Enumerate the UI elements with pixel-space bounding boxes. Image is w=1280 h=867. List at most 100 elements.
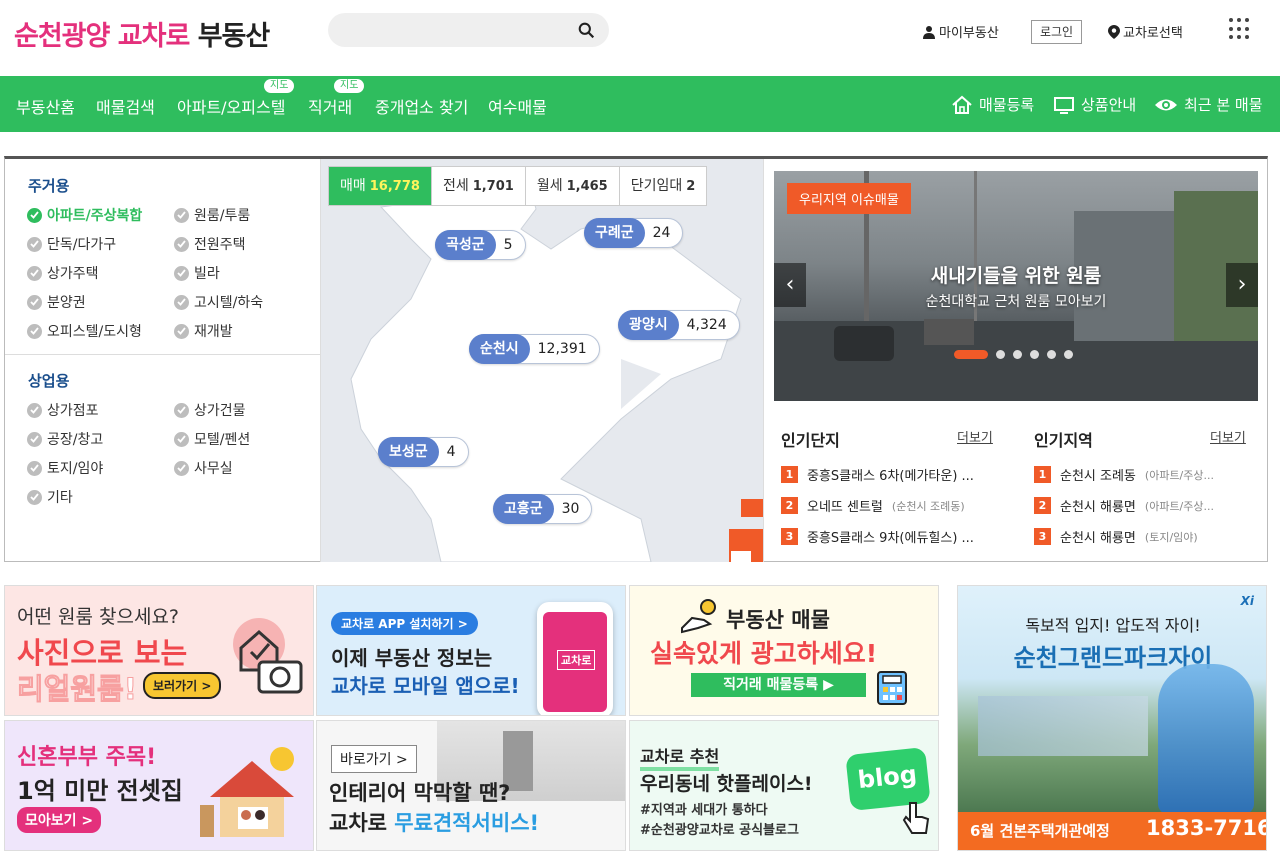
banner-ad-register[interactable]: 부동산 매물 실속있게 광고하세요! 직거래 매물등록 ▶ <box>629 585 939 716</box>
category-factory[interactable]: 공장/창고 <box>27 429 103 449</box>
category-motel[interactable]: 모텔/펜션 <box>174 429 250 449</box>
nav-find-agency[interactable]: 중개업소 찾기 <box>375 94 468 118</box>
check-icon <box>174 402 189 418</box>
app-install-pill[interactable]: 교차로 APP 설치하기 > <box>331 612 478 635</box>
search-icon[interactable] <box>578 22 595 39</box>
category-detached[interactable]: 단독/다가구 <box>27 234 116 254</box>
nav-apartment-officetel[interactable]: 아파트/오피스텔 <box>177 94 285 118</box>
banner-real-oneroom[interactable]: 어떤 원룸 찾으세요? 사진으로 보는 리얼원룸! 보러가기 > <box>4 585 314 716</box>
category-officetel[interactable]: 오피스텔/도시형 <box>27 321 142 341</box>
login-button[interactable]: 로그인 <box>1031 20 1082 44</box>
nav-product-info[interactable]: 상품안내 <box>1053 94 1136 115</box>
popular-complex-item[interactable]: 1 중흥S클래스 6차(메가타운) ... <box>781 465 1001 484</box>
popular-complex-title: 인기단지 <box>781 431 840 450</box>
go-now-button[interactable]: 바로가기 > <box>331 745 417 773</box>
region-select-label: 교차로선택 <box>1123 26 1183 41</box>
nav-yeosu-listings[interactable]: 여수매물 <box>488 94 547 118</box>
right-panel: 우리지역 이슈매물 새내기들을 위한 원룸 순천대학교 근처 원룸 모아보기 ‹… <box>763 159 1267 562</box>
my-realty-link[interactable]: 마이부동산 <box>922 22 999 41</box>
category-divider <box>5 354 321 355</box>
slider-subtitle: 순천대학교 근처 원룸 모아보기 <box>925 294 1107 310</box>
tab-jeonse[interactable]: 전세 1,701 <box>432 167 526 205</box>
nav-map-badge-apartment: 지도 <box>264 79 295 93</box>
slider-next-button[interactable]: › <box>1226 263 1258 307</box>
banner-grand-park-xi[interactable]: Xi 독보적 입지! 압도적 자이! 순천그랜드파크자이 6월 견본주택개관예정… <box>957 585 1267 851</box>
region-pill-boseong[interactable]: 보성군 4 <box>378 437 469 467</box>
tab-monthly[interactable]: 월세 1,465 <box>526 167 620 205</box>
banner-newlywed-jeonse[interactable]: 신혼부부 주목! 1억 미만 전셋집 모아보기 > <box>4 720 314 851</box>
banner-view-button[interactable]: 보러가기 > <box>143 672 222 699</box>
banner-interior-estimate[interactable]: 바로가기 > 인테리어 막막할 땐? 교차로 무료견적서비스! <box>316 720 626 851</box>
check-icon <box>174 236 189 252</box>
slider-dot[interactable] <box>996 350 1005 359</box>
region-select-link[interactable]: 교차로선택 <box>1108 22 1183 41</box>
banner-collect-button[interactable]: 모아보기 > <box>17 807 102 833</box>
banner-headline: 교차로 무료견적서비스! <box>329 811 540 835</box>
category-store[interactable]: 상가점포 <box>27 400 99 420</box>
city-skyline-illustration <box>978 696 1148 756</box>
region-pill-gwangyang[interactable]: 광양시 4,324 <box>618 310 740 340</box>
nav-recently-viewed[interactable]: 최근 본 매물 <box>1154 94 1263 115</box>
direct-trade-register-button[interactable]: 직거래 매물등록 ▶ <box>691 673 866 697</box>
region-pill-gokseong[interactable]: 곡성군 5 <box>435 230 526 260</box>
slider-dot[interactable] <box>1013 350 1022 359</box>
check-icon <box>27 489 42 505</box>
recent-label: 최근 본 매물 <box>1184 96 1263 114</box>
region-pill-goheung[interactable]: 고흥군 30 <box>493 494 593 524</box>
category-villa[interactable]: 빌라 <box>174 263 220 283</box>
popular-region-item[interactable]: 3 순천시 해룡면 (토지/임야) <box>1034 527 1254 546</box>
banner-app-install[interactable]: 교차로 APP 설치하기 > 이제 부동산 정보는 교차로 모바일 앱으로! 교… <box>316 585 626 716</box>
region-pill-suncheon[interactable]: 순천시 12,391 <box>469 334 600 364</box>
check-icon <box>174 460 189 476</box>
banner-headline: 실속있게 광고하세요! <box>650 639 878 668</box>
nav-direct-trade[interactable]: 직거래 <box>308 94 352 118</box>
banner-text: 부동산 매물 <box>726 608 830 632</box>
tab-short-term[interactable]: 단기임대 2 <box>620 167 707 205</box>
banner-official-blog[interactable]: 교차로 추천 우리동네 핫플레이스! #지역과 세대가 통하다 #순천광양교차로… <box>629 720 939 851</box>
nav-register-listing[interactable]: 매물등록 <box>951 94 1034 115</box>
slider-dot[interactable] <box>1030 350 1039 359</box>
phone-number: 1833-7716 <box>1146 816 1267 840</box>
category-presale-right[interactable]: 분양권 <box>27 292 86 312</box>
popular-region-item[interactable]: 1 순천시 조례동 (아파트/주상... <box>1034 465 1254 484</box>
category-land[interactable]: 토지/임야 <box>27 458 103 478</box>
region-pill-gurye[interactable]: 구례군 24 <box>584 218 684 248</box>
check-icon <box>174 294 189 310</box>
slider-prev-button[interactable]: ‹ <box>774 263 806 307</box>
nav-listing-search[interactable]: 매물검색 <box>96 94 155 118</box>
popular-region-more-link[interactable]: 더보기 <box>1210 427 1246 446</box>
category-redevelopment[interactable]: 재개발 <box>174 321 233 341</box>
banner-text: 독보적 입지! 압도적 자이! <box>1025 616 1201 635</box>
category-shop-house[interactable]: 상가주택 <box>27 263 99 283</box>
category-country-house[interactable]: 전원주택 <box>174 234 246 254</box>
brand-logo: Xi <box>1240 594 1254 608</box>
category-office[interactable]: 사무실 <box>174 458 233 478</box>
check-icon <box>174 207 189 223</box>
slider-dot[interactable] <box>954 350 988 359</box>
all-menu-grid-icon[interactable] <box>1229 18 1249 40</box>
search-input[interactable] <box>328 13 609 47</box>
banner-headline: 인테리어 막막할 땐? <box>329 781 511 805</box>
check-icon <box>174 265 189 281</box>
popular-region-title: 인기지역 <box>1034 431 1093 450</box>
popular-region-item[interactable]: 2 순천시 해룡면 (아파트/주상... <box>1034 496 1254 515</box>
category-apartment[interactable]: 아파트/주상복합 <box>27 205 142 225</box>
category-oneroom[interactable]: 원룸/투룸 <box>174 205 250 225</box>
category-commercial-building[interactable]: 상가건물 <box>174 400 246 420</box>
category-etc[interactable]: 기타 <box>27 487 73 507</box>
popular-complex-item[interactable]: 3 중흥S클래스 9차(에듀힐스) ... <box>781 527 1001 546</box>
slider-dot[interactable] <box>1064 350 1073 359</box>
category-gositel[interactable]: 고시텔/하숙 <box>174 292 263 312</box>
site-logo[interactable]: 순천광양 교차로 부동산 <box>14 14 270 53</box>
tab-sale[interactable]: 매매 16,778 <box>329 167 432 205</box>
popular-complex-more-link[interactable]: 더보기 <box>957 427 993 446</box>
issue-listing-slider[interactable]: 우리지역 이슈매물 새내기들을 위한 원룸 순천대학교 근처 원룸 모아보기 ‹… <box>774 171 1258 401</box>
popular-complex-item[interactable]: 2 오네뜨 센트럴 (순천시 조례동) <box>781 496 1001 515</box>
issue-tag: 우리지역 이슈매물 <box>787 183 911 214</box>
region-map[interactable]: 매매 16,778 전세 1,701 월세 1,465 단기임대 2 곡성군 5 구례군 2… <box>321 159 763 562</box>
slider-dot[interactable] <box>1047 350 1056 359</box>
banner-headline: 우리동네 핫플레이스! <box>640 773 813 795</box>
house-couple-icon <box>200 747 294 837</box>
nav-home[interactable]: 부동산홈 <box>16 94 75 137</box>
main-nav: 부동산홈 매물검색 아파트/오피스텔 지도 직거래 지도 중개업소 찾기 여수매… <box>0 76 1280 137</box>
